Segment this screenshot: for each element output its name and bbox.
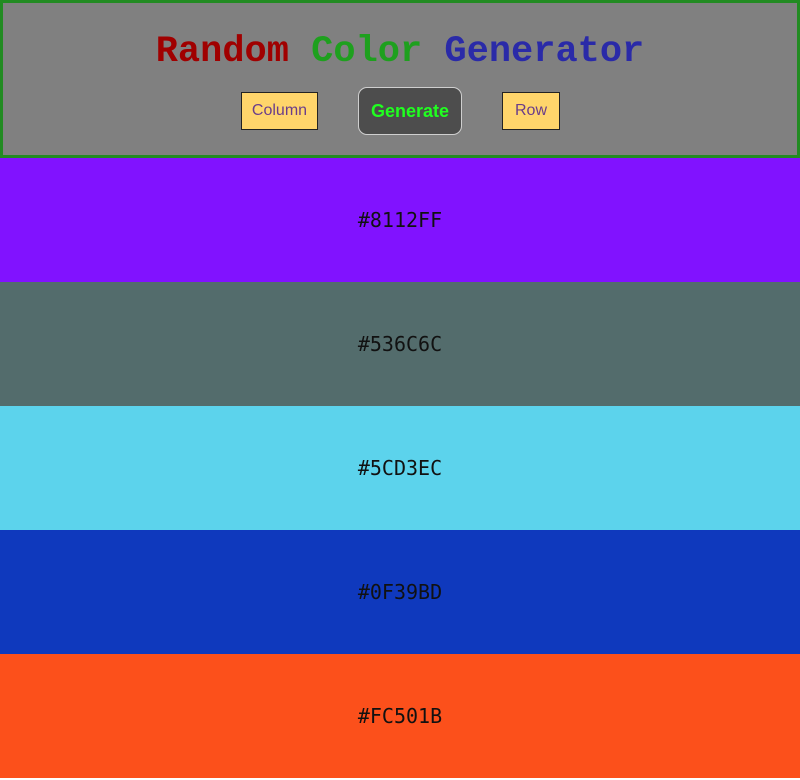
row-layout-button[interactable]: Row bbox=[502, 92, 560, 130]
header: Random Color Generator Column Generate R… bbox=[0, 0, 800, 158]
color-swatch[interactable]: #5CD3EC bbox=[0, 406, 800, 530]
color-swatch[interactable]: #FC501B bbox=[0, 654, 800, 778]
random-color-generator-app: Random Color Generator Column Generate R… bbox=[0, 0, 800, 780]
generate-button[interactable]: Generate bbox=[358, 87, 462, 135]
controls: Column Generate Row bbox=[3, 3, 797, 155]
column-layout-button[interactable]: Column bbox=[241, 92, 318, 130]
swatch-hex-code: #5CD3EC bbox=[357, 456, 443, 480]
swatch-hex-code: #FC501B bbox=[357, 704, 443, 728]
swatch-hex-code: #0F39BD bbox=[357, 580, 443, 604]
color-swatch[interactable]: #536C6C bbox=[0, 282, 800, 406]
color-swatch[interactable]: #8112FF bbox=[0, 158, 800, 282]
swatch-hex-code: #8112FF bbox=[357, 208, 443, 232]
swatch-hex-code: #536C6C bbox=[357, 332, 443, 356]
color-swatch[interactable]: #0F39BD bbox=[0, 530, 800, 654]
swatch-list: #8112FF #536C6C #5CD3EC #0F39BD #FC501B bbox=[0, 158, 800, 778]
